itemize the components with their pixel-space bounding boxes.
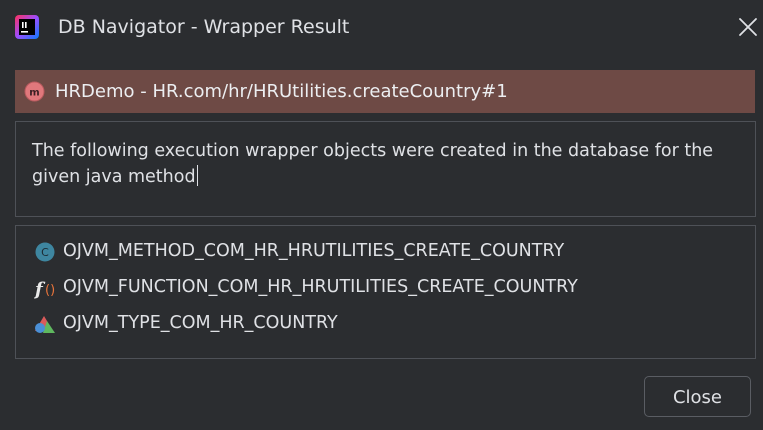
list-item[interactable]: C OJVM_METHOD_COM_HR_HRUTILITIES_CREATE_… xyxy=(16,233,755,269)
object-name: OJVM_TYPE_COM_HR_COUNTRY xyxy=(63,313,338,333)
message-text: The following execution wrapper objects … xyxy=(32,138,732,190)
svg-text:m: m xyxy=(29,88,39,99)
type-icon xyxy=(35,316,55,333)
list-item[interactable]: OJVM_TYPE_COM_HR_COUNTRY xyxy=(16,305,755,341)
intellij-logo-icon xyxy=(15,15,39,39)
method-header-label: HRDemo - HR.com/hr/HRUtilities.createCou… xyxy=(55,81,508,102)
method-header: m HRDemo - HR.com/hr/HRUtilities.createC… xyxy=(15,70,755,113)
object-name: OJVM_FUNCTION_COM_HR_HRUTILITIES_CREATE_… xyxy=(63,277,578,297)
object-name: OJVM_METHOD_COM_HR_HRUTILITIES_CREATE_CO… xyxy=(63,241,565,261)
message-content: The following execution wrapper objects … xyxy=(32,141,714,187)
message-box[interactable]: The following execution wrapper objects … xyxy=(15,121,756,217)
wrapper-result-dialog: DB Navigator - Wrapper Result m HRDemo -… xyxy=(0,0,763,430)
dialog-title: DB Navigator - Wrapper Result xyxy=(58,16,350,38)
svg-text:C: C xyxy=(41,246,49,259)
close-icon[interactable] xyxy=(737,16,759,38)
svg-text:(): () xyxy=(45,283,55,298)
close-button[interactable]: Close xyxy=(644,376,751,417)
java-method-icon: m xyxy=(24,81,45,102)
text-caret xyxy=(196,165,198,186)
title-bar: DB Navigator - Wrapper Result xyxy=(0,0,763,54)
wrapper-objects-list: C OJVM_METHOD_COM_HR_HRUTILITIES_CREATE_… xyxy=(15,225,756,359)
type-body-icon: C xyxy=(35,242,55,262)
list-item[interactable]: f () OJVM_FUNCTION_COM_HR_HRUTILITIES_CR… xyxy=(16,269,755,305)
function-icon: f () xyxy=(34,279,55,299)
